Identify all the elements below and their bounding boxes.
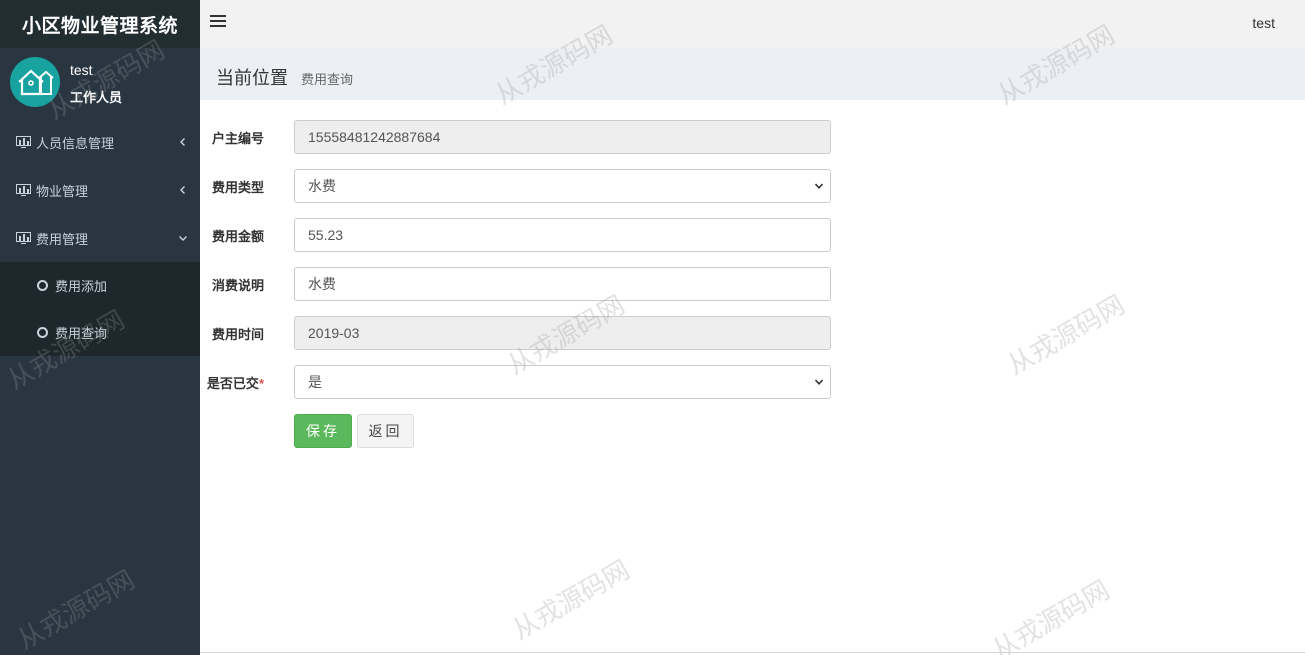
monitor-icon: [16, 184, 31, 196]
form-row-fee-time: 费用时间 2019-03: [200, 316, 840, 350]
fee-type-label: 费用类型: [211, 180, 264, 195]
owner-id-label: 户主编号: [211, 131, 264, 146]
sidebar: 小区物业管理系统 test 工作人员 人员信息管理 物业管理 费用管理 费用添加: [0, 0, 200, 655]
app-title: 小区物业管理系统: [0, 0, 200, 48]
circle-icon: [37, 327, 48, 338]
watermark: 从戎源码网: [986, 574, 1115, 655]
form-row-description: 消费说明 水费: [200, 267, 840, 301]
monitor-icon: [16, 232, 31, 244]
breadcrumb-current: 费用查询: [301, 72, 354, 87]
sidebar-item-property[interactable]: 物业管理: [0, 166, 200, 214]
sidebar-subitem-label: 费用添加: [55, 279, 108, 294]
chevron-down-icon: [814, 379, 824, 385]
user-role: 工作人员: [70, 90, 123, 105]
owner-id-field[interactable]: 15558481242887684: [294, 120, 831, 154]
home-icon: [18, 69, 54, 96]
watermark: 从戎源码网: [1001, 289, 1130, 381]
fees-submenu: 费用添加 费用查询: [0, 262, 200, 356]
circle-icon: [37, 280, 48, 291]
description-input[interactable]: 水费: [294, 267, 831, 301]
user-panel: test 工作人员: [0, 48, 200, 118]
breadcrumb-title: 当前位置: [216, 68, 288, 88]
description-label: 消费说明: [211, 278, 264, 293]
chevron-left-icon: [180, 138, 185, 146]
paid-select[interactable]: 是: [294, 365, 831, 399]
sidebar-subitem-fee-query[interactable]: 费用查询: [0, 309, 200, 356]
form-row-owner-id: 户主编号 15558481242887684: [200, 120, 840, 154]
fee-time-field[interactable]: 2019-03: [294, 316, 831, 350]
fee-type-select[interactable]: 水费: [294, 169, 831, 203]
menu-toggle-icon[interactable]: [210, 15, 226, 29]
form-row-paid: 是否已交* 是: [200, 365, 840, 399]
chevron-down-icon: [179, 236, 187, 241]
paid-label: 是否已交*: [194, 373, 264, 392]
sidebar-item-label: 物业管理: [36, 183, 89, 199]
chevron-down-icon: [814, 183, 824, 189]
monitor-icon: [16, 136, 31, 148]
top-user-menu[interactable]: test: [1252, 15, 1275, 31]
amount-label: 费用金额: [211, 229, 264, 244]
watermark: 从戎源码网: [506, 554, 635, 646]
form-row-amount: 费用金额 55.23: [200, 218, 840, 252]
fee-type-selected-value: 水费: [308, 178, 336, 194]
form-row-fee-type: 费用类型 水费: [200, 169, 840, 203]
sidebar-item-fees[interactable]: 费用管理: [0, 214, 200, 262]
sidebar-subitem-fee-add[interactable]: 费用添加: [0, 262, 200, 309]
sidebar-item-label: 费用管理: [36, 231, 89, 247]
back-button[interactable]: 返回: [357, 414, 414, 448]
amount-input[interactable]: 55.23: [294, 218, 831, 252]
sidebar-item-personnel[interactable]: 人员信息管理: [0, 118, 200, 166]
save-button[interactable]: 保存: [294, 414, 352, 448]
user-name: test: [70, 62, 93, 78]
divider: [200, 652, 1305, 653]
sidebar-item-label: 人员信息管理: [36, 135, 115, 151]
sidebar-subitem-label: 费用查询: [55, 326, 108, 341]
paid-selected-value: 是: [308, 374, 322, 390]
topbar: test: [200, 0, 1305, 48]
paid-label-text: 是否已交: [206, 376, 259, 391]
chevron-left-icon: [180, 186, 185, 194]
breadcrumb: 当前位置 费用查询: [200, 48, 1305, 100]
fee-time-label: 费用时间: [211, 327, 264, 342]
avatar: [10, 57, 60, 107]
required-mark: *: [258, 376, 264, 391]
